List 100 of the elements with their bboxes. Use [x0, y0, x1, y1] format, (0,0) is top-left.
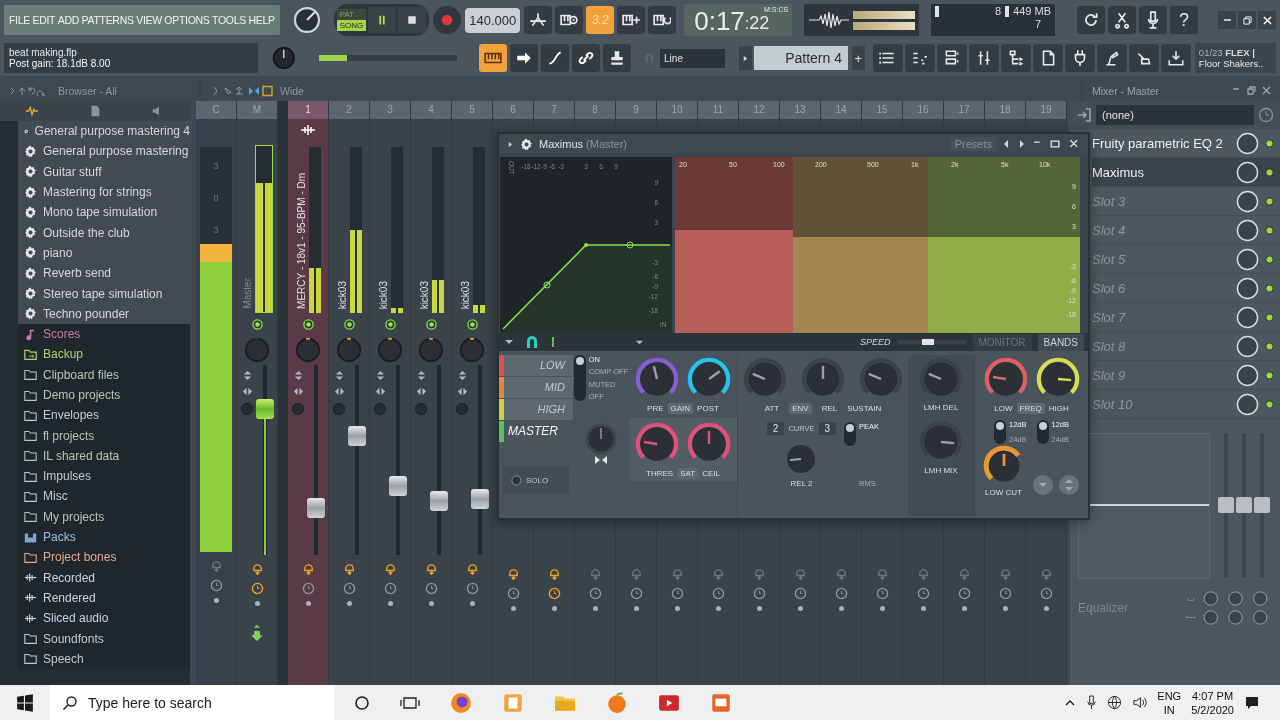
language-indicator[interactable]: ENG IN	[1157, 688, 1182, 717]
browser-item[interactable]: Techno pounder	[18, 303, 190, 324]
track-number: C	[196, 101, 236, 119]
mixer-strip[interactable]: 3 kick03	[370, 101, 411, 685]
track-name: kick03	[377, 280, 389, 309]
menu-item[interactable]: HELP	[248, 14, 275, 26]
gain-button[interactable]: GAIN	[667, 403, 694, 414]
track-number: 1	[288, 101, 328, 119]
browser-item[interactable]: Sliced audio	[18, 608, 190, 629]
browser-item[interactable]: Misc	[18, 486, 190, 507]
browser-item[interactable]: Guitar stuff	[18, 161, 190, 182]
track-number: 19	[1026, 101, 1066, 119]
slot-name: Slot 4	[1092, 222, 1127, 238]
browser-item[interactable]: Stereo tape simulation	[18, 283, 190, 304]
browser-item[interactable]: General purpose mastering 4	[18, 121, 190, 142]
track-number: 14	[821, 101, 861, 119]
browser-item[interactable]: IL shared data	[18, 445, 190, 467]
knob-label: SUSTAIN	[847, 404, 882, 413]
envelope-button[interactable]: ENV	[789, 403, 812, 414]
menu-item[interactable]: FILE	[9, 14, 30, 26]
browser-item[interactable]: Envelopes	[18, 405, 190, 426]
browser-item[interactable]: Reverb send	[18, 263, 190, 284]
browser-item[interactable]: Speech	[18, 648, 190, 669]
cpu-value: 8	[993, 5, 1002, 17]
tempo-display[interactable]: 140.000	[465, 7, 521, 33]
news-title: 01/23 FLEX |	[1198, 47, 1256, 58]
track-number: 2	[329, 101, 369, 119]
mode-toggle[interactable]: SONG	[336, 20, 367, 31]
knob-label: LMH MIX	[924, 466, 958, 475]
band-tab[interactable]: LOW	[499, 355, 573, 376]
browser-item[interactable]: General purpose mastering	[18, 141, 190, 162]
pattern-selector[interactable]: Pattern 4	[753, 46, 848, 70]
browser-item[interactable]: Mastering for strings	[18, 181, 190, 203]
browser-item[interactable]: Rendered	[18, 587, 190, 609]
frequency-button[interactable]: FREQ	[1016, 403, 1045, 414]
polyphony-value: 7	[1034, 18, 1041, 30]
slot-name: Slot 3	[1092, 193, 1127, 209]
solo-button[interactable]: SOLO	[503, 467, 569, 493]
menu-item[interactable]: OPTIONS	[164, 14, 210, 26]
browser-item[interactable]: My projects	[18, 506, 190, 527]
mixer-strip[interactable]: 4 kick03	[411, 101, 452, 685]
clock[interactable]: 4:07 PM 5/2/2020	[1191, 688, 1234, 717]
track-number: 15	[862, 101, 902, 119]
browser-item[interactable]: Packs	[18, 526, 190, 548]
browser-item[interactable]: Recorded	[18, 567, 190, 588]
curve-spinner[interactable]: 3	[818, 422, 837, 435]
mixer-layout-label[interactable]: Wide	[280, 84, 304, 97]
plugin-title: Maximus (Master)	[539, 138, 628, 150]
browser-item[interactable]: Outside the club	[18, 222, 190, 243]
knob-label: POST	[697, 404, 719, 413]
menu-item[interactable]: ADD	[57, 14, 80, 26]
browser-item[interactable]: Clipboard files	[18, 364, 190, 385]
browser-item[interactable]: Scores	[18, 323, 190, 345]
browser-item[interactable]: Project bones	[18, 547, 190, 568]
menu-item[interactable]: VIEW	[136, 14, 162, 26]
track-number: 16	[903, 101, 943, 119]
slot-name: Slot 8	[1092, 338, 1127, 354]
browser-title[interactable]: Browser - All	[58, 84, 117, 97]
slot-name: Maximus	[1092, 164, 1145, 180]
mode-toggle[interactable]: PAT	[336, 9, 367, 20]
effect-slot[interactable]: Maximus	[1092, 158, 1280, 187]
hint-text: Post gain: 18.1dB 8.00	[9, 58, 112, 69]
browser-item[interactable]: fl projects	[18, 425, 190, 446]
track-number: 6	[493, 101, 533, 119]
browser-item[interactable]: piano	[18, 242, 190, 264]
browser-item[interactable]: Impulses	[18, 466, 190, 487]
mixer-strip[interactable]: 2 kick03	[329, 101, 370, 685]
knob-label: THRES	[646, 469, 674, 478]
track-name: kick03	[418, 280, 430, 309]
browser-item[interactable]: Backup	[18, 344, 190, 365]
knob-label: CEIL	[702, 469, 720, 478]
add-pattern-button[interactable]: +	[852, 46, 865, 70]
news-panel[interactable]: 01/23 FLEX | Floor Shakers..	[1194, 43, 1276, 73]
input-dropdown[interactable]: (none)	[1096, 105, 1254, 125]
menu-item[interactable]: EDIT	[32, 14, 56, 26]
mixer-strip[interactable]: 1 MERCY - 18v1 - 95-BPM - Dm	[288, 101, 329, 685]
mixer-strip[interactable]: 5 kick03	[452, 101, 493, 685]
browser-item[interactable]: Mono tape simulation	[18, 202, 190, 223]
menu-item[interactable]: PATTERNS	[81, 14, 134, 26]
track-number: 5	[452, 101, 492, 119]
curve-spinner[interactable]: 2	[766, 422, 785, 435]
band-tab[interactable]: MID	[499, 377, 573, 398]
track-name: Master	[241, 278, 253, 309]
track-number: 8	[575, 101, 615, 119]
browser-item[interactable]: Soundfonts	[18, 628, 190, 649]
help-button[interactable]: ?	[1170, 6, 1198, 34]
menu-item[interactable]: TOOLS	[212, 14, 246, 26]
snap-dropdown[interactable]: Line	[660, 48, 725, 68]
view-tab[interactable]: BANDS	[1037, 333, 1084, 351]
browser-item[interactable]: Demo projects	[18, 384, 190, 406]
meter-scale-label: 3	[213, 225, 219, 235]
track-number: 7	[534, 101, 574, 119]
slot-name: Slot 7	[1092, 309, 1127, 325]
track-number: 10	[657, 101, 697, 119]
news-subtitle: Floor Shakers..	[1198, 58, 1265, 69]
search-field[interactable]: Type here to search	[50, 685, 334, 720]
meter-scale-label: 0	[213, 193, 219, 203]
band-tab[interactable]: HIGH	[499, 399, 573, 420]
saturation-button[interactable]: SAT	[677, 468, 699, 479]
knob-label: ATT	[764, 404, 780, 413]
